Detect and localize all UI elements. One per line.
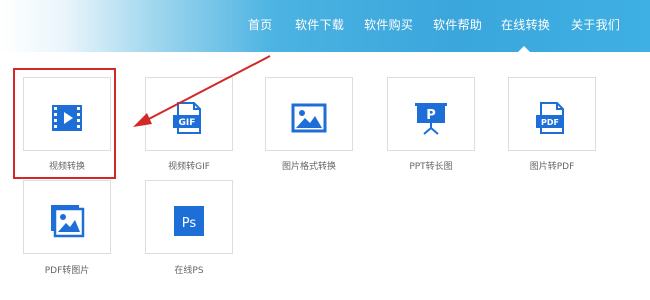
gif-file-icon: GIF bbox=[173, 102, 201, 134]
nav-item-software-help[interactable]: 软件帮助 bbox=[433, 16, 482, 33]
tool-tile-image-to-pdf[interactable]: PDF bbox=[508, 77, 596, 151]
tool-tile-online-ps[interactable]: Ps bbox=[145, 180, 233, 254]
nav-item-software-download[interactable]: 软件下载 bbox=[295, 16, 344, 33]
nav-item-about-us[interactable]: 关于我们 bbox=[571, 16, 620, 33]
nav-item-online-convert[interactable]: 在线转换 bbox=[501, 16, 550, 33]
tool-label-pdf-to-image: PDF转图片 bbox=[44, 266, 90, 276]
pdf-badge: PDF bbox=[541, 118, 559, 127]
tool-label-image-format-convert: 图片格式转换 bbox=[281, 162, 336, 172]
tool-tile-image-format-convert[interactable] bbox=[265, 77, 353, 151]
tool-label-ppt-to-long-image: PPT转长图 bbox=[409, 162, 453, 172]
tool-tile-video-to-gif[interactable]: GIF bbox=[145, 77, 233, 151]
highlight-box bbox=[13, 68, 116, 179]
pdf-file-icon: PDF bbox=[536, 102, 564, 134]
tool-label-online-ps: 在线PS bbox=[174, 266, 204, 276]
photoshop-icon: Ps bbox=[174, 206, 204, 236]
gif-badge: GIF bbox=[179, 118, 196, 128]
tool-label-image-to-pdf: 图片转PDF bbox=[529, 162, 575, 172]
image-icon bbox=[291, 103, 327, 133]
tool-tile-pdf-to-image[interactable] bbox=[23, 180, 111, 254]
main-nav: 首页 软件下载 软件购买 软件帮助 在线转换 关于我们 bbox=[0, 0, 650, 52]
ps-badge: Ps bbox=[182, 216, 197, 231]
ppt-badge: P bbox=[426, 108, 436, 123]
image-gallery-icon bbox=[51, 205, 85, 238]
nav-item-home[interactable]: 首页 bbox=[248, 16, 273, 33]
tool-tile-ppt-to-long-image[interactable]: P bbox=[387, 77, 475, 151]
active-nav-caret-icon bbox=[518, 46, 530, 52]
top-navigation-bar: 首页 软件下载 软件购买 软件帮助 在线转换 关于我们 bbox=[0, 0, 650, 52]
presentation-icon: P bbox=[415, 103, 447, 135]
nav-item-software-purchase[interactable]: 软件购买 bbox=[364, 16, 413, 33]
tool-label-video-to-gif: 视频转GIF bbox=[168, 162, 210, 172]
